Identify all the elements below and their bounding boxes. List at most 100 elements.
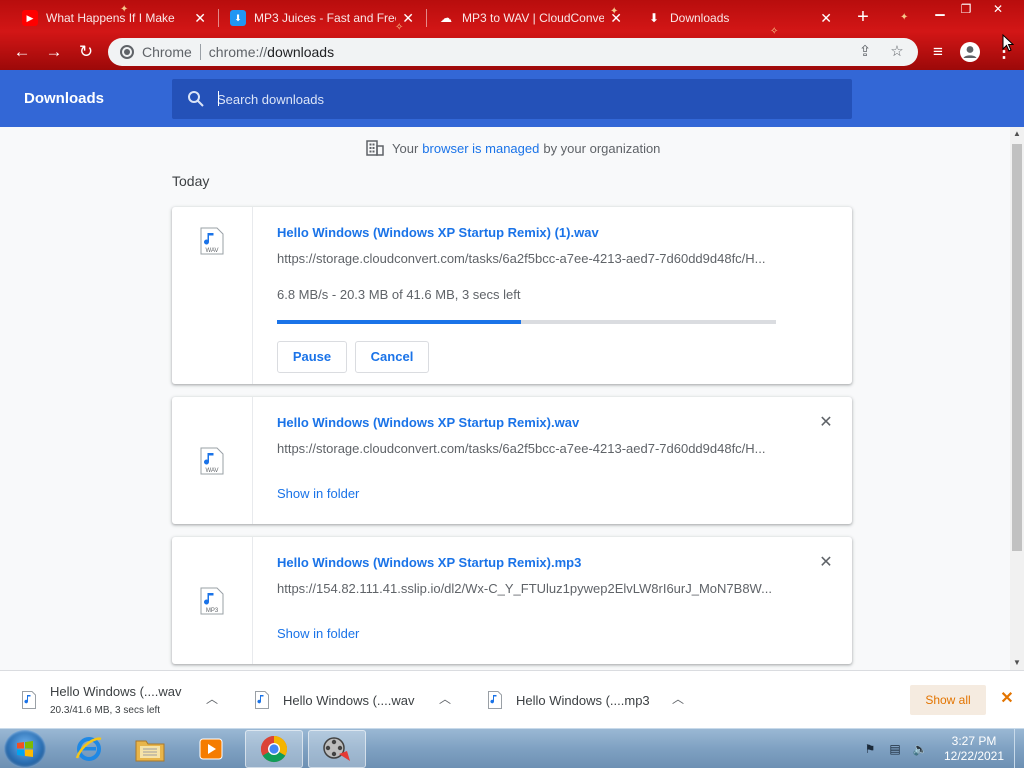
mouse-cursor-icon [1002,34,1014,52]
tab-cloudconvert[interactable]: ☁ MP3 to WAV | CloudConvert ✕ [428,2,632,34]
close-shelf-button[interactable]: ✕ [998,690,1016,708]
close-icon[interactable]: ✕ [188,10,206,27]
show-desktop-button[interactable] [1014,729,1024,768]
show-in-folder-link[interactable]: Show in folder [277,486,359,501]
wav-file-icon: WAV [200,447,224,475]
network-icon[interactable]: ▤ [887,741,903,757]
show-all-button[interactable]: Show all [910,685,986,715]
new-tab-button[interactable]: + [852,7,874,29]
managed-link[interactable]: browser is managed [422,141,539,156]
shelf-item[interactable]: Hello Windows (....wav 20.3/41.6 MB, 3 s… [22,671,181,729]
tab-title: MP3 to WAV | CloudConvert [462,11,605,25]
cloud-icon: ☁ [440,11,452,25]
close-icon[interactable]: ✕ [814,10,832,27]
show-in-folder-link[interactable]: Show in folder [277,626,359,641]
audio-file-icon [488,691,502,709]
file-icon-column: MP3 [172,537,253,664]
file-type-label: WAV [206,468,219,474]
shelf-item-name: Hello Windows (....mp3 [516,692,650,708]
address-bar[interactable]: Chrome chrome://downloads ⇪ ☆ [108,38,918,66]
close-icon[interactable]: ✕ [396,10,414,27]
scroll-down-arrow[interactable]: ▼ [1010,656,1024,670]
building-icon [366,140,384,156]
remove-item-button[interactable]: ✕ [817,554,835,572]
shelf-item-text: Hello Windows (....wav 20.3/41.6 MB, 3 s… [50,684,181,716]
bookmark-star-icon[interactable]: ☆ [886,38,908,66]
file-icon-column: WAV [172,397,253,524]
youtube-icon: ▶ [22,10,38,26]
tab-mp3juices[interactable]: ⬇ MP3 Juices - Fast and Free ✕ [220,2,424,34]
download-item-in-progress: WAV Hello Windows (Windows XP Startup Re… [172,207,852,384]
reading-list-icon[interactable]: ≡ [924,38,952,66]
forward-button[interactable]: → [40,38,68,66]
audio-file-icon [255,691,269,709]
managed-suffix: by your organization [543,140,661,156]
download-item: WAV Hello Windows (Windows XP Startup Re… [172,397,852,524]
tab-title: What Happens If I Make [46,11,175,25]
file-name-link[interactable]: Hello Windows (Windows XP Startup Remix)… [277,555,581,570]
share-icon[interactable]: ⇪ [854,38,876,66]
reload-button[interactable]: ↻ [72,38,100,66]
progress-fill [277,320,521,324]
clock-date: 12/22/2021 [943,749,1005,763]
managed-notice: Your browser is managed by your organiza… [366,140,660,156]
taskbar-chrome[interactable] [245,730,303,768]
taskbar-file-explorer[interactable] [121,730,179,768]
tab-strip: ▶ What Happens If I Make ✕ ⬇ MP3 Juices … [0,0,1024,34]
url-prefix: chrome:// [208,44,268,60]
folder-icon [135,740,165,762]
shelf-item[interactable]: Hello Windows (....mp3 [488,671,650,729]
source-url[interactable]: https://154.82.111.41.sslip.io/dl2/Wx-C_… [277,581,777,596]
shelf-item-name: Hello Windows (....wav [283,692,415,708]
scheme-label: Chrome [142,44,192,60]
tab-title: MP3 Juices - Fast and Free [254,11,397,25]
start-button[interactable] [4,730,46,768]
profile-icon [960,42,980,62]
audio-file-icon [22,691,36,709]
back-button[interactable]: ← [8,38,36,66]
close-icon[interactable]: ✕ [604,10,622,27]
tab-youtube[interactable]: ▶ What Happens If I Make ✕ [12,2,216,34]
cancel-button[interactable]: Cancel [355,341,429,373]
minimize-button[interactable]: ▁ [926,0,954,18]
address-divider [199,44,201,60]
restore-button[interactable]: ❐ [952,0,980,18]
search-icon [188,91,204,107]
profile-button[interactable] [956,38,984,66]
search-bar[interactable] [172,79,852,119]
search-input[interactable] [217,79,837,119]
film-reel-icon [323,737,350,761]
chevron-up-icon[interactable]: ︿ [437,691,453,707]
file-type-label: WAV [206,248,219,254]
page-scrollbar[interactable]: ▲ ▼ [1010,127,1024,670]
chrome-icon [260,735,288,763]
tab-divider [426,9,427,27]
internet-explorer-icon [75,737,102,761]
chevron-up-icon[interactable]: ︿ [204,691,220,707]
clock-time: 3:27 PM [951,734,997,748]
chrome-page-icon [120,45,134,59]
system-clock[interactable]: 3:27 PM 12/22/2021 [938,734,1010,764]
source-url[interactable]: https://storage.cloudconvert.com/tasks/6… [277,251,777,266]
close-window-button[interactable]: ✕ [984,0,1012,18]
action-center-warning-icon[interactable]: ⚑ [862,741,878,757]
mp3-file-icon: MP3 [200,587,224,615]
taskbar-internet-explorer[interactable] [60,730,118,768]
scrollbar-thumb[interactable] [1012,144,1022,551]
page-title: Downloads [24,90,105,107]
scroll-up-arrow[interactable]: ▲ [1010,127,1024,141]
shelf-item[interactable]: Hello Windows (....wav [255,671,414,729]
file-name-link[interactable]: Hello Windows (Windows XP Startup Remix)… [277,225,599,240]
tab-title: Downloads [670,11,730,25]
taskbar-media-center[interactable] [308,730,366,768]
download-item: MP3 Hello Windows (Windows XP Startup Re… [172,537,852,664]
source-url[interactable]: https://storage.cloudconvert.com/tasks/6… [277,441,777,456]
file-name-link[interactable]: Hello Windows (Windows XP Startup Remix)… [277,415,579,430]
tab-divider [218,9,219,27]
tab-downloads[interactable]: ⬇ Downloads ✕ [636,2,842,34]
remove-item-button[interactable]: ✕ [817,414,835,432]
pause-button[interactable]: Pause [277,341,347,373]
chevron-up-icon[interactable]: ︿ [670,691,686,707]
volume-icon[interactable]: 🔈 [912,741,928,757]
taskbar-media-player[interactable] [182,730,240,768]
